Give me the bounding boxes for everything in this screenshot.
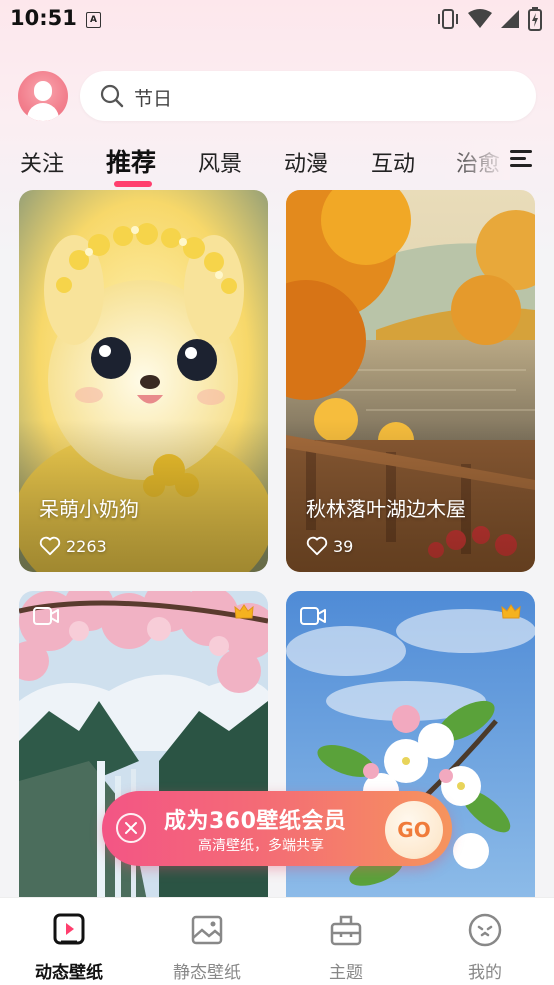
vibrate-icon — [438, 9, 458, 29]
theme-icon — [330, 915, 362, 946]
dynamic-wallpaper-icon — [53, 913, 85, 945]
card-likes[interactable]: 39 — [306, 536, 353, 556]
category-menu-icon[interactable] — [510, 150, 532, 168]
notification-a-icon: A — [86, 12, 101, 28]
heart-icon — [306, 536, 328, 556]
search-bar[interactable]: 节日 — [80, 71, 536, 121]
profile-face-icon — [468, 913, 502, 947]
nav-profile[interactable]: 我的 — [425, 912, 545, 983]
category-tabs: 关注 推荐 风景 动漫 互动 治愈 — [0, 138, 554, 187]
tab-anime[interactable]: 动漫 — [284, 146, 328, 178]
go-button[interactable]: GO — [385, 801, 443, 859]
card-title: 秋林落叶湖边木屋 — [306, 497, 466, 521]
heart-icon — [39, 536, 61, 556]
tab-healing[interactable]: 治愈 — [456, 146, 500, 178]
card-likes[interactable]: 2263 — [39, 536, 107, 556]
nav-theme[interactable]: 主题 — [286, 912, 406, 983]
tab-recommended[interactable]: 推荐 — [106, 143, 156, 179]
vip-promo-banner[interactable]: 成为360壁纸会员 高清壁纸，多端共享 GO — [102, 791, 452, 866]
tab-scenery[interactable]: 风景 — [198, 146, 242, 178]
search-placeholder: 节日 — [134, 88, 173, 110]
vip-crown-icon — [234, 604, 254, 619]
nav-dynamic-wallpaper[interactable]: 动态壁纸 — [9, 912, 129, 983]
nav-label: 动态壁纸 — [35, 963, 103, 983]
wallpaper-card[interactable]: 呆萌小奶狗 2263 — [19, 190, 268, 572]
nav-label: 我的 — [468, 963, 502, 983]
wallpaper-card[interactable]: 秋林落叶湖边木屋 39 — [286, 190, 535, 572]
tab-interactive[interactable]: 互动 — [371, 146, 415, 178]
search-icon — [100, 84, 124, 108]
nav-label: 静态壁纸 — [173, 963, 241, 983]
card-title: 呆萌小奶狗 — [39, 497, 139, 521]
image-icon — [191, 915, 223, 945]
nav-label: 主题 — [329, 963, 363, 983]
status-bar: 10:51 A — [0, 0, 554, 38]
vip-crown-icon — [501, 604, 521, 619]
signal-icon — [501, 10, 519, 28]
battery-charging-icon — [528, 7, 542, 31]
video-icon — [33, 607, 59, 625]
nav-static-wallpaper[interactable]: 静态壁纸 — [147, 912, 267, 983]
tab-follow[interactable]: 关注 — [20, 146, 64, 178]
like-count: 39 — [333, 536, 354, 556]
active-tab-indicator — [114, 181, 152, 187]
close-icon[interactable] — [116, 813, 146, 843]
bottom-navigation: 动态壁纸 静态壁纸 主题 我的 — [0, 897, 554, 985]
status-time: 10:51 — [10, 6, 77, 30]
wifi-icon — [468, 9, 492, 28]
like-count: 2263 — [66, 536, 107, 556]
promo-subtitle: 高清壁纸，多端共享 — [198, 838, 324, 854]
promo-title: 成为360壁纸会员 — [164, 809, 347, 834]
user-avatar[interactable] — [18, 71, 68, 121]
status-icons — [436, 7, 542, 31]
video-icon — [300, 607, 326, 625]
